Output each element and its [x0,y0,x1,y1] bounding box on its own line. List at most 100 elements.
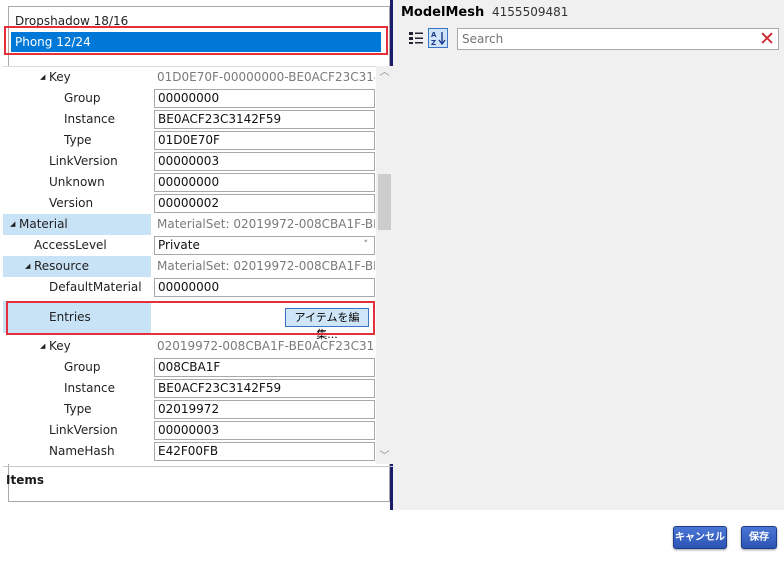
property-value-field[interactable]: 00000000 [154,173,375,192]
property-row: DefaultMaterial 00000000 [3,277,376,298]
object-type-name: ModelMesh [401,5,485,20]
property-value-field[interactable]: E42F00FB [154,442,375,461]
property-grid: ◢ Key 01D0E70F-00000000-BE0ACF23C3142F59 Gr… [3,66,376,464]
property-name: Entries [49,310,91,324]
expand-toggle-icon[interactable]: ◢ [25,256,30,277]
alphabetical-sort-button[interactable]: A Z [428,28,448,48]
property-name: Material [19,217,68,231]
property-value-field[interactable]: 01D0E70F [154,131,375,150]
property-row: Instance BE0ACF23C3142F59 [3,378,376,399]
edit-items-button[interactable]: アイテムを編集... [285,308,369,341]
property-name-cell: LinkVersion [3,151,151,172]
property-name-cell: ◢ Resource [3,256,151,277]
property-name: Group [64,91,101,105]
property-value-text: MaterialSet: 02019972-008CBA1F-BE0ACF23C… [157,217,375,231]
property-name-cell: Type [3,399,151,420]
chevron-down-icon[interactable]: ˅ [364,237,369,254]
access-level-select[interactable]: Private ˅ [154,236,375,255]
cancel-button[interactable]: キャンセル [673,526,727,549]
property-name: AccessLevel [34,238,107,252]
property-value-text: BE0ACF23C3142F59 [158,381,282,395]
property-row: Group 00000000 [3,88,376,109]
property-value-text: 01D0E70F-00000000-BE0ACF23C3142F59 [157,70,375,84]
property-value-field[interactable]: 00000002 [154,194,375,213]
property-row: Type 02019972 [3,399,376,420]
property-value-text: 02019972 [158,402,220,416]
list-item[interactable]: Phong 12/24 [11,32,381,52]
property-value-readonly: 02019972-008CBA1F-BE0ACF23C3142F59 [154,337,375,356]
property-value-text: 00000000 [158,280,220,294]
property-row: AccessLevel Private ˅ [3,235,376,256]
scroll-up-icon[interactable]: ︿ [376,66,393,80]
property-name: Resource [34,259,90,273]
property-value-field[interactable]: 02019972 [154,400,375,419]
property-name: Version [49,196,94,210]
property-name: Instance [64,381,116,395]
property-value-field[interactable]: 00000003 [154,152,375,171]
property-value-text: E42F00FB [158,444,219,458]
property-name-cell: NameHash [3,441,151,462]
property-value-field[interactable]: BE0ACF23C3142F59 [154,110,375,129]
property-row: Group 008CBA1F [3,357,376,378]
svg-text:Z: Z [431,39,436,46]
property-row: LinkVersion 00000003 [3,420,376,441]
property-value-field[interactable]: 008CBA1F [154,358,375,377]
object-id: 4155509481 [492,5,569,19]
scroll-down-icon[interactable]: ﹀ [376,450,393,464]
property-value-text: 00000002 [158,196,220,210]
property-name-cell: Unknown [3,172,151,193]
property-row: ◢ Key 02019972-008CBA1F-BE0ACF23C3142F59 [3,336,376,357]
property-value-readonly: MaterialSet: 02019972-008CBA1F-BE0ACF23C… [154,257,375,276]
property-row: ◢ Key 01D0E70F-00000000-BE0ACF23C3142F59 [3,67,376,88]
search-box: ✕ [457,28,779,50]
description-title: Items [6,473,44,487]
clear-search-icon[interactable]: ✕ [759,28,775,50]
property-name: Instance [64,112,116,126]
expand-toggle-icon[interactable]: ◢ [10,214,15,235]
panel-header: ModelMesh 4155509481 [401,5,568,21]
categorized-icon [409,32,423,44]
property-name-cell: Instance [3,109,151,130]
property-value-field[interactable]: BE0ACF23C3142F59 [154,379,375,398]
sort-az-icon: A Z [431,31,446,46]
property-name-cell: Type [3,130,151,151]
list-item[interactable]: Dropshadow 18/16 [11,11,381,31]
scroll-thumb[interactable] [378,174,391,230]
property-name: Unknown [49,175,105,189]
property-value-readonly: 01D0E70F-00000000-BE0ACF23C3142F59 [154,68,375,87]
property-name-cell: ◢ Key [3,336,151,357]
property-value-field[interactable]: 00000000 [154,278,375,297]
property-panel: ModelMesh 4155509481 A Z ✕ [390,0,784,510]
property-row: Entries アイテムを編集... [3,301,376,341]
categorized-view-button[interactable] [406,28,426,48]
property-name-cell: ◢ Material [3,214,151,235]
property-name-cell: Group [3,357,151,378]
property-name-cell: Version [3,193,151,214]
property-grid-scrollbar[interactable]: ︿ ﹀ [376,66,393,464]
property-name: Type [64,133,92,147]
property-name: Type [64,402,92,416]
property-name: Group [64,360,101,374]
save-button[interactable]: 保存 [741,526,777,549]
property-name-cell: Group [3,88,151,109]
property-value-text: 008CBA1F [158,360,221,374]
property-row: Version 00000002 [3,193,376,214]
property-value-text: 00000000 [158,91,220,105]
property-name-cell: AccessLevel [3,235,151,256]
property-name: Key [49,339,71,353]
property-value-readonly: MaterialSet: 02019972-008CBA1F-BE0ACF23C… [154,215,375,234]
property-row: ◢ Resource MaterialSet: 02019972-008CBA1F-… [3,256,376,277]
expand-toggle-icon[interactable]: ◢ [40,336,45,357]
expand-toggle-icon[interactable]: ◢ [40,67,45,88]
property-value-text: Private [158,238,200,252]
property-row: ◢ Material MaterialSet: 02019972-008CBA1F-… [3,214,376,235]
search-input[interactable] [458,29,748,49]
svg-text:A: A [431,31,437,39]
property-value-text: BE0ACF23C3142F59 [158,112,282,126]
property-name-cell: ◢ Key [3,67,151,88]
property-value-text: MaterialSet: 02019972-008CBA1F-BE0ACF23C… [157,259,375,273]
property-value-text: 00000000 [158,175,220,189]
property-value-text: 00000003 [158,154,220,168]
property-value-field[interactable]: 00000003 [154,421,375,440]
property-value-field[interactable]: 00000000 [154,89,375,108]
